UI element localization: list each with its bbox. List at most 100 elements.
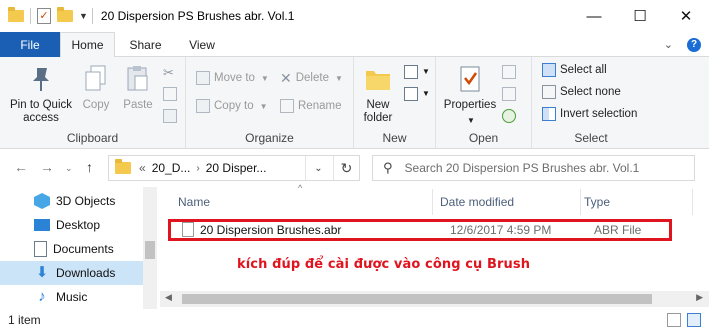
details-view-icon[interactable] — [667, 313, 681, 327]
new-folder-label-line1: New — [366, 99, 390, 111]
scroll-left-icon[interactable]: ◀ — [165, 292, 172, 303]
easy-access-chevron-icon[interactable]: ▼ — [422, 89, 430, 98]
column-divider[interactable] — [692, 189, 693, 215]
column-divider[interactable] — [580, 189, 581, 215]
address-bar[interactable]: « 20_D... › 20 Disper... ⌄ ↻ — [108, 155, 360, 181]
breadcrumb-separator-icon: › — [196, 162, 200, 174]
delete-label: Delete — [295, 72, 329, 84]
search-icon: ⚲ — [383, 160, 393, 175]
expand-ribbon-chevron-icon[interactable]: ⌄ — [664, 38, 673, 51]
navigation-pane: 3D Objects Desktop Documents ⬇ Downloads… — [0, 187, 158, 309]
toolbar-divider — [30, 8, 31, 24]
copy-button[interactable]: Copy — [76, 63, 116, 112]
paste-button[interactable]: Paste — [118, 63, 158, 112]
nav-item-desktop[interactable]: Desktop — [0, 213, 150, 237]
column-header-date[interactable]: Date modified — [440, 191, 514, 213]
properties-label: Properties — [443, 99, 497, 111]
quick-access-toolbar: ✓ ▼ — [0, 0, 88, 32]
move-to-button[interactable]: Move to ▼ — [196, 69, 269, 87]
edit-icon[interactable] — [502, 87, 516, 101]
cut-icon[interactable]: ✂ — [163, 65, 177, 80]
annotation-highlight-box — [168, 219, 672, 241]
nav-scrollbar[interactable] — [143, 187, 157, 309]
new-group-label: New — [382, 131, 407, 145]
nav-label: 3D Objects — [56, 194, 116, 208]
copy-to-label: Copy to — [214, 100, 254, 112]
large-icons-view-icon[interactable] — [687, 313, 701, 327]
breadcrumb-overflow[interactable]: « — [139, 161, 146, 175]
recent-locations-chevron-icon[interactable]: ⌄ — [65, 163, 73, 174]
select-none-icon — [542, 85, 556, 99]
open-group-label: Open — [468, 131, 499, 145]
tab-share[interactable]: Share — [118, 32, 173, 57]
horizontal-scrollbar[interactable]: ◀ ▶ — [160, 291, 709, 307]
paste-shortcut-icon[interactable] — [163, 109, 177, 123]
organize-group: Move to ▼ Copy to ▼ ✕ Delete ▼ Rename Or… — [186, 57, 354, 149]
nav-item-downloads[interactable]: ⬇ Downloads — [0, 261, 150, 285]
nav-item-3d-objects[interactable]: 3D Objects — [0, 189, 150, 213]
address-history-chevron-icon[interactable]: ⌄ — [305, 156, 331, 180]
desktop-icon — [34, 219, 50, 231]
documents-icon — [34, 241, 47, 257]
new-folder-button[interactable]: New folder — [358, 63, 398, 125]
paste-label: Paste — [123, 99, 153, 111]
clipboard-group-label: Clipboard — [66, 131, 119, 145]
sort-chevron-icon: ^ — [298, 183, 303, 193]
column-divider[interactable] — [432, 189, 433, 215]
new-folder-icon[interactable] — [57, 7, 73, 22]
move-to-label: Move to — [214, 72, 255, 84]
tab-home[interactable]: Home — [60, 32, 115, 58]
search-input[interactable]: ⚲ Search 20 Dispersion PS Brushes abr. V… — [372, 155, 695, 181]
navigation-bar: ← → ⌄ ↑ « 20_D... › 20 Disper... ⌄ ↻ ⚲ S… — [0, 149, 709, 187]
delete-x-icon: ✕ — [280, 69, 292, 86]
invert-selection-button[interactable]: Invert selection — [542, 105, 637, 123]
nav-label: Documents — [53, 242, 114, 256]
invert-selection-icon — [542, 107, 556, 121]
scroll-right-icon[interactable]: ▶ — [696, 292, 703, 303]
copy-icon — [80, 63, 112, 95]
nav-item-music[interactable]: ♪ Music — [0, 285, 150, 309]
history-icon[interactable] — [502, 109, 516, 123]
column-header-type[interactable]: Type — [584, 191, 610, 213]
ribbon: Pin to Quick access Copy Paste ✂ Clipboa… — [0, 57, 709, 149]
minimize-button[interactable]: — — [571, 0, 617, 32]
forward-arrow-icon[interactable]: → — [40, 159, 54, 175]
up-arrow-icon[interactable]: ↑ — [86, 159, 93, 175]
horizontal-scrollbar-thumb[interactable] — [182, 294, 652, 304]
customize-qat-chevron-icon[interactable]: ▼ — [79, 11, 88, 21]
help-icon[interactable]: ? — [687, 37, 701, 52]
nav-item-documents[interactable]: Documents — [0, 237, 150, 261]
nav-label: Downloads — [56, 266, 116, 280]
item-count: 1 item — [8, 313, 41, 327]
title-bar: ✓ ▼ 20 Dispersion PS Brushes abr. Vol.1 … — [0, 0, 709, 32]
refresh-icon[interactable]: ↻ — [333, 156, 359, 180]
breadcrumb-parent[interactable]: 20_D... — [152, 161, 191, 175]
open-icon[interactable] — [502, 65, 516, 79]
maximize-button[interactable]: ☐ — [617, 0, 663, 32]
new-item-icon[interactable] — [404, 65, 418, 79]
back-arrow-icon[interactable]: ← — [14, 159, 28, 175]
delete-button[interactable]: ✕ Delete ▼ — [280, 69, 343, 87]
nav-label: Desktop — [56, 218, 101, 232]
copy-to-button[interactable]: Copy to ▼ — [196, 97, 268, 115]
paste-icon — [122, 63, 154, 95]
easy-access-icon[interactable] — [404, 87, 418, 101]
properties-check-icon[interactable]: ✓ — [37, 8, 51, 24]
properties-button[interactable]: Properties ▼ — [440, 63, 500, 127]
close-button[interactable]: ✕ — [663, 0, 709, 32]
pin-icon — [25, 63, 57, 95]
copy-path-icon[interactable] — [163, 87, 177, 101]
rename-button[interactable]: Rename — [280, 97, 341, 115]
breadcrumb-current[interactable]: 20 Disper... — [206, 161, 267, 175]
column-header-name[interactable]: Name — [178, 191, 210, 213]
annotation-text: kích đúp để cài được vào công cụ Brush — [237, 257, 531, 272]
pin-to-quick-access-button[interactable]: Pin to Quick access — [6, 63, 76, 125]
nav-scrollbar-thumb[interactable] — [145, 241, 155, 259]
select-none-button[interactable]: Select none — [542, 83, 621, 101]
tab-file[interactable]: File — [0, 32, 60, 57]
select-all-button[interactable]: Select all — [542, 61, 607, 79]
downloads-icon: ⬇ — [35, 264, 49, 281]
tab-view[interactable]: View — [176, 32, 228, 57]
new-item-chevron-icon[interactable]: ▼ — [422, 67, 430, 76]
music-icon: ♪ — [38, 288, 46, 305]
